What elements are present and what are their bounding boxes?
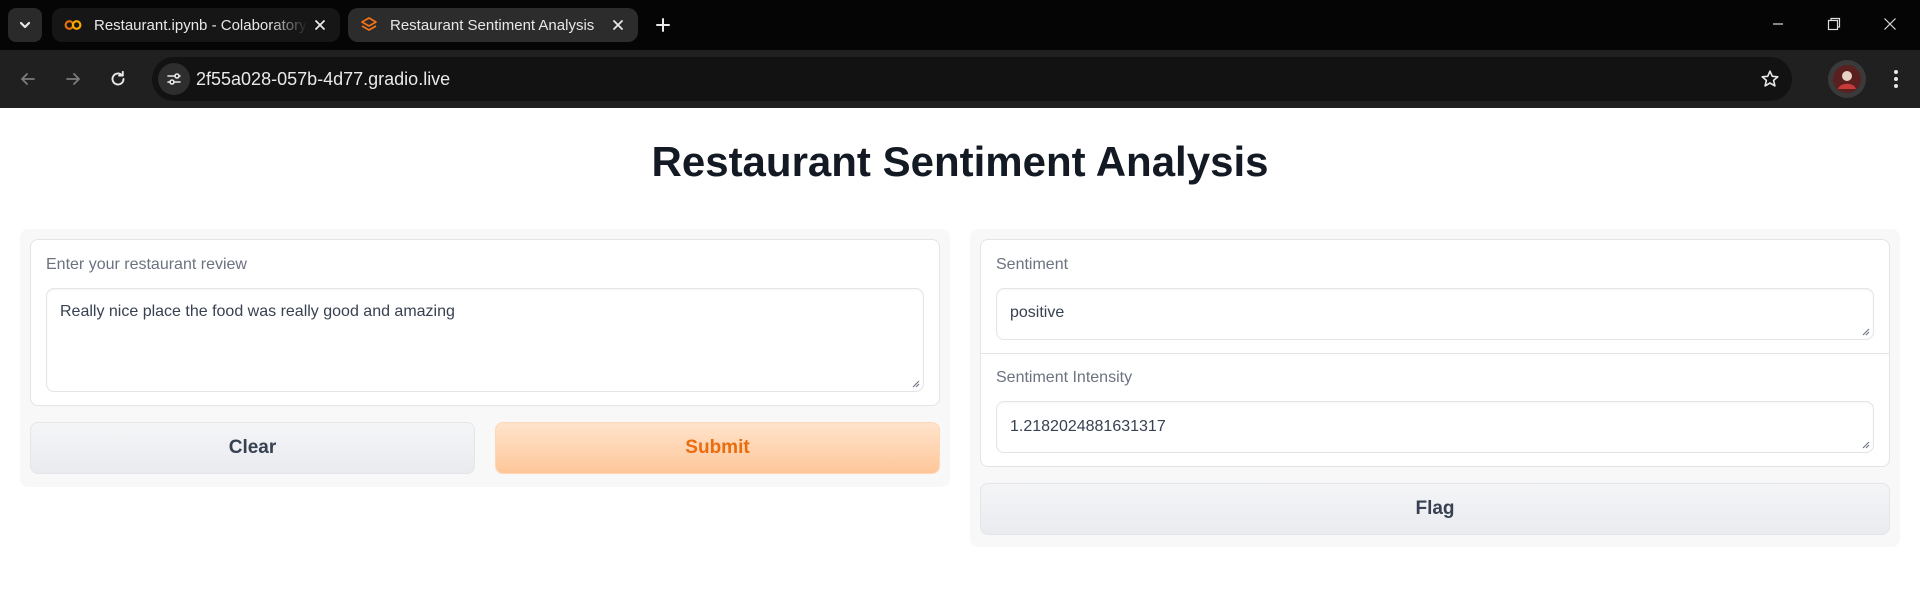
review-label: Enter your restaurant review — [46, 256, 247, 273]
sentiment-value: positive — [1010, 304, 1065, 321]
submit-button[interactable]: Submit — [495, 422, 940, 474]
window-close-button[interactable] — [1862, 0, 1918, 48]
intensity-output[interactable]: 1.2182024881631317 — [996, 401, 1874, 453]
review-text: Really nice place the food was really go… — [60, 303, 455, 320]
close-icon[interactable] — [308, 13, 332, 37]
forward-button[interactable] — [55, 61, 91, 97]
resize-handle-icon[interactable] — [910, 378, 920, 388]
arrow-right-icon — [66, 73, 80, 85]
flag-button[interactable]: Flag — [980, 483, 1890, 535]
avatar-icon — [1833, 65, 1861, 93]
resize-handle-icon[interactable] — [1860, 439, 1870, 449]
reload-button[interactable] — [100, 61, 136, 97]
close-icon — [1884, 18, 1896, 30]
reload-icon — [111, 70, 125, 86]
browser-tab-strip: Restaurant.ipynb - Colaboratory Restaura… — [0, 0, 1920, 50]
sentiment-output[interactable]: positive — [996, 288, 1874, 340]
output-column: Sentiment positive Sentiment Intensity 1… — [970, 229, 1900, 547]
back-button[interactable] — [10, 61, 46, 97]
input-column: Enter your restaurant review Really nice… — [20, 229, 950, 487]
chevron-down-icon — [19, 21, 31, 29]
profile-avatar[interactable] — [1828, 60, 1866, 98]
tab-search-button[interactable] — [8, 8, 42, 42]
divider — [981, 353, 1889, 354]
review-input-block: Enter your restaurant review Really nice… — [30, 239, 940, 406]
bookmark-star-icon[interactable] — [1758, 67, 1782, 91]
plus-icon — [656, 18, 670, 32]
colab-icon — [64, 16, 82, 34]
page-title: Restaurant Sentiment Analysis — [651, 138, 1269, 185]
tab-title: Restaurant.ipynb - Colaboratory — [94, 16, 307, 34]
restore-icon — [1827, 17, 1841, 31]
browser-menu-button[interactable] — [1880, 62, 1912, 96]
address-bar[interactable]: 2f55a028-057b-4d77.gradio.live — [152, 57, 1792, 101]
site-info-button[interactable] — [158, 63, 190, 95]
url-text: 2f55a028-057b-4d77.gradio.live — [196, 69, 451, 89]
close-icon[interactable] — [606, 13, 630, 37]
output-block: Sentiment positive Sentiment Intensity 1… — [980, 239, 1890, 467]
restore-button[interactable] — [1806, 0, 1862, 48]
minimize-button[interactable] — [1750, 0, 1806, 48]
sentiment-label: Sentiment — [996, 256, 1069, 273]
new-tab-button[interactable] — [648, 10, 678, 40]
intensity-value: 1.2182024881631317 — [1010, 418, 1166, 435]
gradio-app: Restaurant Sentiment Analysis Enter your… — [0, 108, 1920, 615]
intensity-label: Sentiment Intensity — [996, 369, 1133, 386]
gradio-icon — [360, 16, 378, 34]
minimize-icon — [1773, 23, 1783, 25]
tab-title: Restaurant Sentiment Analysis — [390, 16, 595, 34]
tab-gradio[interactable]: Restaurant Sentiment Analysis — [348, 8, 638, 42]
review-textarea[interactable]: Really nice place the food was really go… — [46, 288, 924, 392]
browser-toolbar: 2f55a028-057b-4d77.gradio.live — [0, 50, 1920, 108]
resize-handle-icon[interactable] — [1860, 326, 1870, 336]
clear-button[interactable]: Clear — [30, 422, 475, 474]
more-vertical-icon — [1894, 70, 1898, 88]
tab-colab[interactable]: Restaurant.ipynb - Colaboratory — [52, 8, 340, 42]
tune-icon — [167, 73, 181, 85]
arrow-left-icon — [21, 73, 35, 85]
